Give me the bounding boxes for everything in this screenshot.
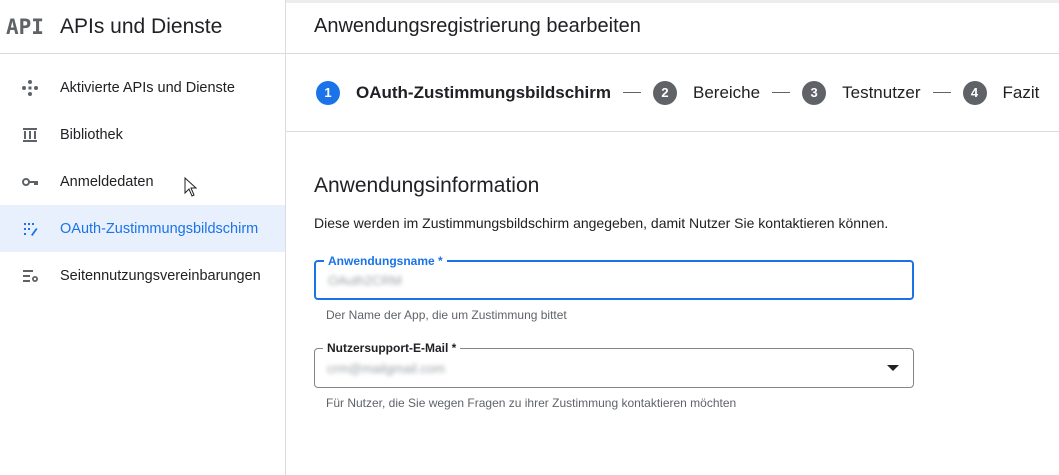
step-divider [932,92,951,93]
sidebar-item-label: Aktivierte APIs und Dienste [60,79,235,96]
sidebar-item-oauth-consent[interactable]: OAuth-Zustimmungsbildschirm [0,205,285,252]
sidebar-item-enabled-apis[interactable]: Aktivierte APIs und Dienste [0,64,285,111]
step-number: 2 [653,80,677,105]
sidebar-item-label: Bibliothek [60,126,123,143]
mouse-cursor-icon [184,177,198,197]
step-label: Testnutzer [842,82,921,102]
step-label: Fazit [1002,82,1040,102]
app-name-hint: Der Name der App, die um Zustimmung bitt… [326,308,567,322]
app-name-field[interactable]: Anwendungsname * OAuth2CRM Der Name der … [314,254,914,322]
sidebar-item-label: Anmeldedaten [60,173,154,190]
main-panel: Anwendungsregistrierung bearbeiten 1 OAu… [286,0,1059,475]
form-content: Anwendungsinformation Diese werden im Zu… [286,174,1059,410]
sidebar-item-label: OAuth-Zustimmungsbildschirm [60,220,259,237]
step-test-users[interactable]: 3 Testnutzer [802,80,921,105]
sidebar-header: API APIs und Dienste [0,0,285,54]
app-name-value: OAuth2CRM [328,272,402,288]
step-number: 1 [316,80,340,105]
step-scopes[interactable]: 2 Bereiche [653,80,761,105]
stepper: 1 OAuth-Zustimmungsbildschirm 2 Bereiche… [286,54,1059,132]
api-logo: API [6,14,44,39]
sidebar-item-page-usage-agreements[interactable]: Seitennutzungsvereinbarungen [0,252,285,299]
support-email-label: Nutzersupport-E-Mail * [323,341,461,355]
sidebar-item-label: Seitennutzungsvereinbarungen [60,267,261,284]
section-description: Diese werden im Zustimmungsbildschirm an… [314,215,889,231]
sidebar: API APIs und Dienste Aktivierte APIs und… [0,0,286,475]
support-email-select[interactable]: Nutzersupport-E-Mail * crm@mailgmail.com [314,341,914,388]
page-title: Anwendungsregistrierung bearbeiten [286,0,1059,54]
support-email-field[interactable]: Nutzersupport-E-Mail * crm@mailgmail.com… [314,341,914,410]
key-icon [0,173,60,191]
step-oauth-consent[interactable]: 1 OAuth-Zustimmungsbildschirm [316,80,611,105]
section-title: Anwendungsinformation [314,174,540,197]
step-label: OAuth-Zustimmungsbildschirm [356,82,611,102]
step-number: 3 [802,80,827,105]
support-email-value: crm@mailgmail.com [327,360,445,376]
apis-services-icon [0,79,60,97]
library-icon [0,126,60,144]
step-divider [772,92,791,93]
support-email-hint: Für Nutzer, die Sie wegen Fragen zu ihre… [326,396,737,410]
step-label: Bereiche [693,82,761,102]
sidebar-title[interactable]: APIs und Dienste [60,15,222,39]
sidebar-nav: Aktivierte APIs und Dienste Bibliothek A… [0,54,285,299]
step-number: 4 [962,80,987,105]
step-divider [623,92,641,93]
oauth-consent-icon [0,220,60,238]
app-name-label: Anwendungsname * [324,254,447,268]
step-summary[interactable]: 4 Fazit [962,80,1040,105]
sidebar-item-credentials[interactable]: Anmeldedaten [0,158,285,205]
app-name-input[interactable]: Anwendungsname * OAuth2CRM [314,254,914,300]
dropdown-arrow-icon[interactable] [887,365,899,371]
sidebar-item-library[interactable]: Bibliothek [0,111,285,158]
settings-list-icon [0,267,60,285]
